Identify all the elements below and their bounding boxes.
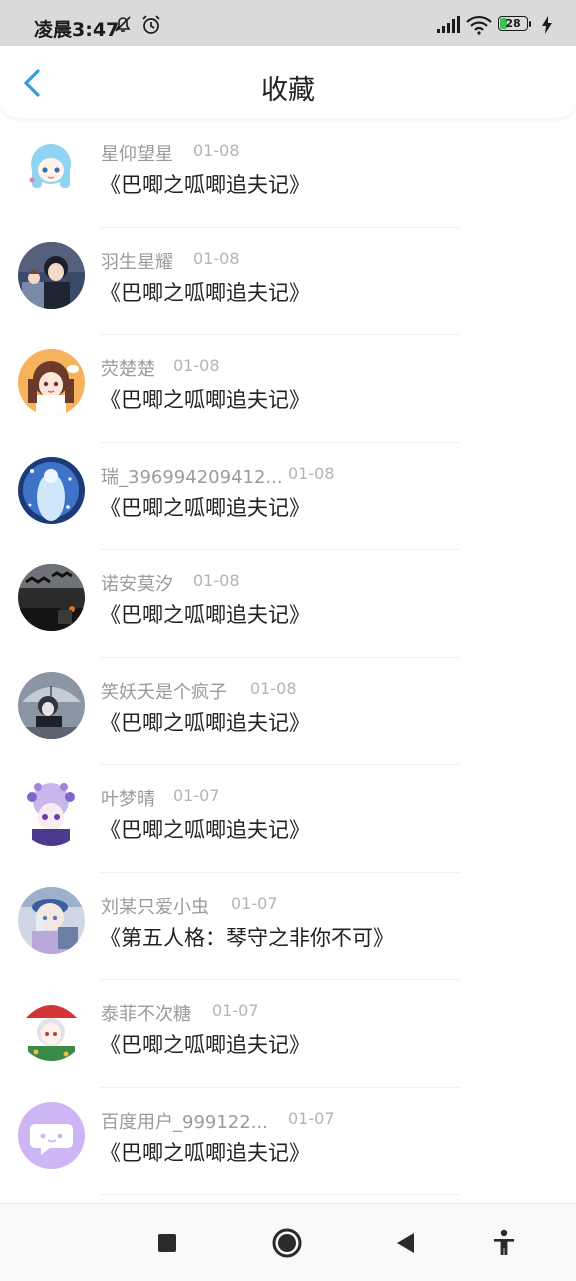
bell-off-icon xyxy=(113,14,133,38)
book-title[interactable]: 《巴唧之呱唧追夫记》 xyxy=(100,1137,310,1167)
list-item[interactable]: 泰菲不次糖 01-07 《巴唧之呱唧追夫记》 xyxy=(0,980,576,1088)
list-item[interactable]: 叶梦晴 01-07 《巴唧之呱唧追夫记》 xyxy=(0,765,576,873)
user-name[interactable]: 瑞_396994209412... xyxy=(101,463,283,489)
page-title: 收藏 xyxy=(261,75,315,106)
favorites-list: 星仰望星 01-08 《巴唧之呱唧追夫记》 羽生星耀 01-08 《巴唧之呱唧追夫记》 荧楚… xyxy=(0,120,576,1195)
list-item[interactable]: 百度用户_999122... 01-07 《巴唧之呱唧追夫记》 xyxy=(0,1088,576,1195)
favorite-date: 01-07 xyxy=(231,893,278,913)
avatar[interactable] xyxy=(18,1101,85,1169)
signal-icon xyxy=(436,16,460,38)
battery-level: 28 xyxy=(505,17,521,30)
list-item[interactable]: 诺安莫汐 01-08 《巴唧之呱唧追夫记》 xyxy=(0,550,576,658)
avatar[interactable] xyxy=(18,779,85,846)
list-item[interactable]: 刘某只爱小虫 01-07 《第五人格：琴守之非你不可》 xyxy=(0,873,576,980)
avatar[interactable] xyxy=(18,564,85,631)
battery-icon: 28 xyxy=(498,16,534,33)
favorite-date: 01-08 xyxy=(288,463,335,483)
user-name[interactable]: 羽生星耀 xyxy=(101,248,173,274)
user-name[interactable]: 刘某只爱小虫 xyxy=(101,893,209,919)
favorite-date: 01-07 xyxy=(288,1108,335,1128)
divider xyxy=(100,1194,460,1195)
accessibility-icon[interactable] xyxy=(492,1229,516,1261)
wifi-icon xyxy=(466,15,492,39)
list-item[interactable]: 荧楚楚 01-08 《巴唧之呱唧追夫记》 xyxy=(0,335,576,443)
favorite-date: 01-08 xyxy=(173,356,220,375)
avatar[interactable] xyxy=(18,456,85,524)
book-title[interactable]: 《巴唧之呱唧追夫记》 xyxy=(100,492,310,522)
status-time: 凌晨3:47 xyxy=(34,19,120,41)
avatar[interactable] xyxy=(18,349,85,416)
header-bar: 收藏 xyxy=(0,46,576,118)
avatar[interactable] xyxy=(18,241,85,309)
status-bar: 凌晨3:47 28 xyxy=(0,0,576,46)
user-name[interactable]: 百度用户_999122... xyxy=(101,1108,268,1134)
favorite-date: 01-08 xyxy=(193,141,240,160)
user-name[interactable]: 笑妖夭是个疯子 xyxy=(101,678,227,704)
book-title[interactable]: 《巴唧之呱唧追夫记》 xyxy=(100,1029,310,1059)
favorite-date: 01-08 xyxy=(193,248,240,268)
favorite-date: 01-07 xyxy=(173,786,220,805)
system-nav-bar xyxy=(0,1203,576,1281)
user-name[interactable]: 泰菲不次糖 xyxy=(101,1000,191,1026)
list-item[interactable]: 笑妖夭是个疯子 01-08 《巴唧之呱唧追夫记》 xyxy=(0,658,576,765)
charging-icon xyxy=(541,16,553,38)
user-name[interactable]: 荧楚楚 xyxy=(101,355,155,381)
book-title[interactable]: 《巴唧之呱唧追夫记》 xyxy=(100,814,310,844)
avatar[interactable] xyxy=(18,886,85,954)
book-title[interactable]: 《巴唧之呱唧追夫记》 xyxy=(100,169,310,199)
list-item[interactable]: 瑞_396994209412... 01-08 《巴唧之呱唧追夫记》 xyxy=(0,443,576,550)
favorite-date: 01-08 xyxy=(250,678,297,698)
user-name[interactable]: 叶梦晴 xyxy=(101,785,155,811)
favorite-date: 01-07 xyxy=(212,1001,259,1020)
list-item[interactable]: 星仰望星 01-08 《巴唧之呱唧追夫记》 xyxy=(0,120,576,228)
book-title[interactable]: 《巴唧之呱唧追夫记》 xyxy=(100,277,310,307)
book-title[interactable]: 《巴唧之呱唧追夫记》 xyxy=(100,599,310,629)
user-name[interactable]: 诺安莫汐 xyxy=(101,570,173,596)
square-icon[interactable] xyxy=(156,1232,178,1258)
avatar[interactable] xyxy=(18,671,85,739)
book-title[interactable]: 《巴唧之呱唧追夫记》 xyxy=(100,707,310,737)
alarm-icon xyxy=(140,14,162,40)
triangle-back-icon[interactable] xyxy=(394,1231,416,1259)
user-name[interactable]: 星仰望星 xyxy=(101,140,173,166)
circle-icon[interactable] xyxy=(271,1227,303,1263)
avatar[interactable] xyxy=(18,994,85,1061)
list-item[interactable]: 羽生星耀 01-08 《巴唧之呱唧追夫记》 xyxy=(0,228,576,335)
favorite-date: 01-08 xyxy=(193,571,240,590)
book-title[interactable]: 《第五人格：琴守之非你不可》 xyxy=(100,922,394,952)
avatar[interactable] xyxy=(18,134,85,201)
book-title[interactable]: 《巴唧之呱唧追夫记》 xyxy=(100,384,310,414)
